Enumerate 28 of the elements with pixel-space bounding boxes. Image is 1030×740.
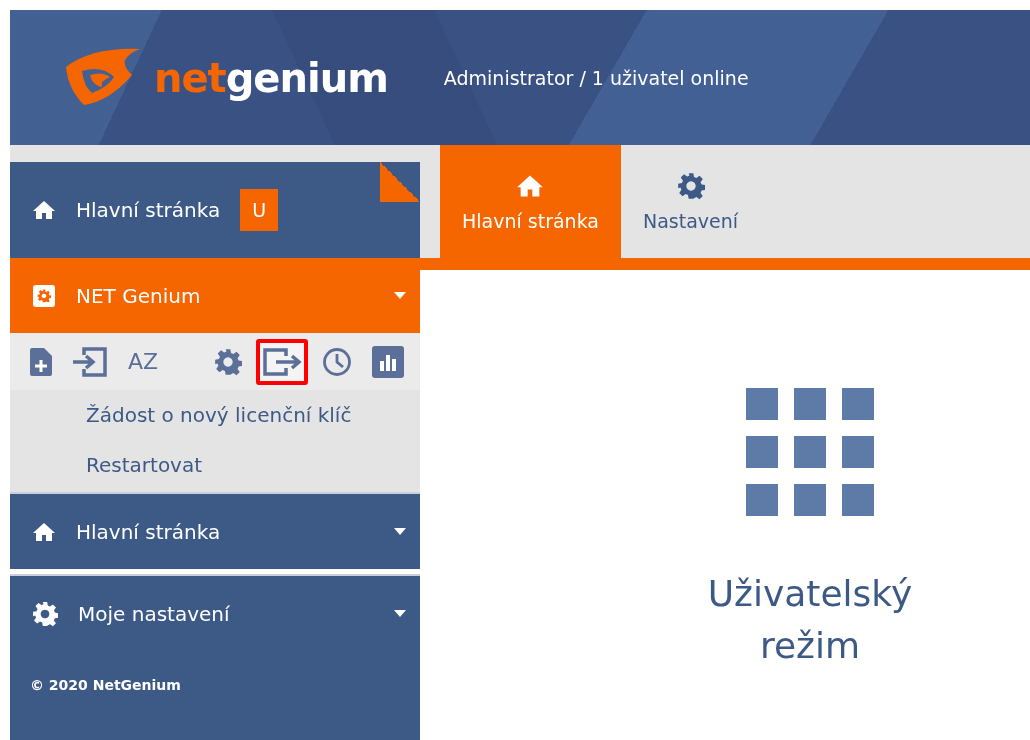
user-status: Administrator / 1 uživatel online <box>443 66 749 89</box>
toolbar-button[interactable] <box>256 338 308 385</box>
toolbar-button[interactable]: AZ <box>122 338 165 385</box>
gear-icon <box>214 347 242 376</box>
sort-az-icon[interactable]: AZ <box>128 349 159 374</box>
logo-wordmark: netgenium <box>154 54 388 101</box>
home-icon <box>32 198 56 222</box>
sidebar-home-item[interactable]: Hlavní stránka U <box>10 162 420 258</box>
sidebar-home-label[interactable]: Hlavní stránka <box>76 198 221 222</box>
bar-chart-icon <box>372 345 404 378</box>
export-icon <box>262 346 302 377</box>
file-plus-icon <box>30 347 52 376</box>
list-corner-icon[interactable] <box>380 162 420 202</box>
gear-icon <box>32 283 56 308</box>
mode-title: Uživatelský režim <box>706 572 914 669</box>
tab[interactable]: Nastavení <box>621 145 761 258</box>
sidebar-section[interactable]: NET Genium <box>10 258 420 333</box>
caret-icon <box>394 609 406 618</box>
tab[interactable]: Hlavní stránka <box>440 145 621 258</box>
caret-icon <box>394 291 406 300</box>
user-badge: U <box>240 189 279 231</box>
import-icon <box>72 345 108 378</box>
gear-icon <box>676 171 705 200</box>
caret-icon <box>394 527 406 536</box>
clock-icon <box>322 346 352 377</box>
grid-icon <box>746 388 874 516</box>
gear-icon <box>32 600 58 627</box>
copyright: © 2020 NetGenium <box>29 676 182 693</box>
